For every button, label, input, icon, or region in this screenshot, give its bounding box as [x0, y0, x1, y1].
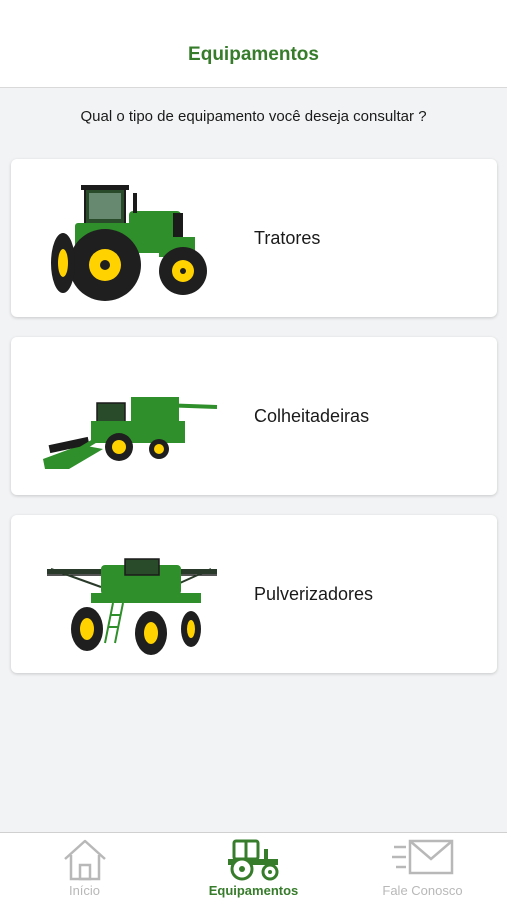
- card-colheitadeiras[interactable]: Colheitadeiras: [11, 337, 497, 495]
- question-text: Qual o tipo de equipamento você deseja c…: [80, 108, 427, 125]
- tab-label-inicio: Início: [68, 883, 101, 898]
- tab-equipamentos[interactable]: Equipamentos: [169, 833, 338, 900]
- tractor-icon: [227, 839, 278, 881]
- page-title: Equipamentos: [188, 44, 319, 65]
- card-label-pulverizadores: Pulverizadores: [254, 583, 374, 604]
- app-screen: Equipamentos Qual o tipo de equipamento …: [0, 0, 507, 900]
- tab-label-fale-conosco: Fale Conosco: [382, 883, 463, 898]
- header-bar: Equipamentos: [0, 0, 507, 88]
- card-pulverizadores[interactable]: Pulverizadores: [11, 515, 497, 673]
- card-label-tratores: Tratores: [254, 227, 321, 248]
- sprayer-image: [47, 558, 217, 655]
- tab-fale-conosco[interactable]: Fale Conosco: [338, 833, 507, 900]
- tab-inicio[interactable]: Início: [0, 833, 169, 900]
- home-icon: [63, 839, 106, 881]
- tab-label-equipamentos: Equipamentos: [208, 883, 299, 898]
- mail-icon: [391, 839, 453, 875]
- card-label-colheitadeiras: Colheitadeiras: [254, 405, 370, 426]
- tractor-image: [51, 185, 207, 301]
- combine-harvester-image: [43, 397, 218, 469]
- bottom-tab-bar: Início Equipamentos Fale Conosco: [0, 832, 507, 900]
- card-tratores[interactable]: Tratores: [11, 159, 497, 317]
